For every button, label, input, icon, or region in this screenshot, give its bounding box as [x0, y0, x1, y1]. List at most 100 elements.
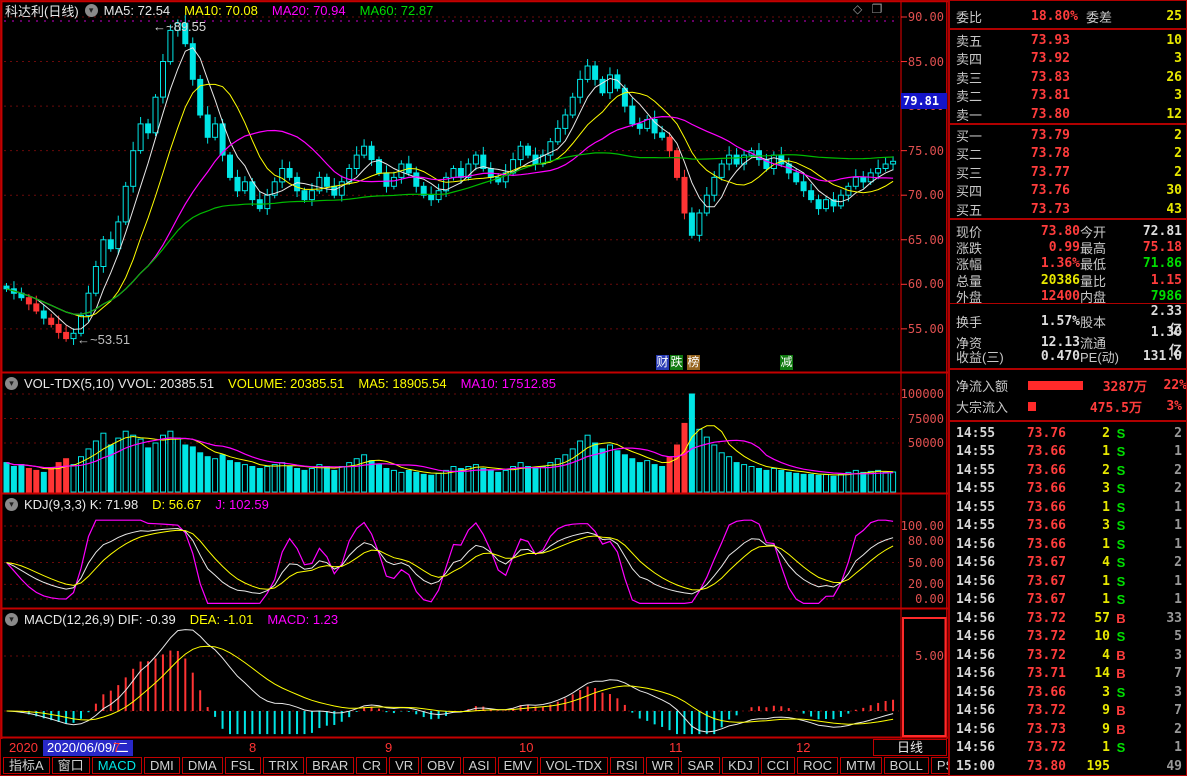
- tick-price: 73.73: [1002, 722, 1066, 737]
- stat-label: 内盘: [1080, 287, 1138, 306]
- tick-time: 14:55: [956, 500, 1002, 515]
- fundamental-stats: 换手1.57%股本2.33亿净资12.13流通1.30亿收益(三)0.470PE…: [950, 304, 1187, 370]
- date-axis-bar: 2020 2020/06/09/二 789101112 日线: [1, 739, 948, 757]
- stat-value: 1.15: [1138, 273, 1182, 288]
- ask-levels: 卖五73.9310卖四73.923卖三73.8326卖二73.813卖一73.8…: [950, 30, 1187, 125]
- event-badge: 财: [656, 355, 669, 370]
- tick-price: 73.71: [1002, 666, 1066, 681]
- main-indicator-value-0: MA5: 72.54: [104, 3, 171, 18]
- stat-value: 1.57%: [1014, 314, 1080, 329]
- bid-volume: 43: [1070, 202, 1182, 217]
- tick-volume: 3: [1066, 685, 1110, 700]
- high-price-annotation: ←~89.55: [153, 19, 206, 34]
- ask-label: 卖三: [956, 68, 1006, 87]
- chevron-down-icon[interactable]: ▾: [5, 498, 18, 511]
- tick-side: B: [1110, 703, 1132, 718]
- indicator-button-vr[interactable]: VR: [389, 757, 419, 774]
- tick-time: 14:56: [956, 740, 1002, 755]
- indicator-button-asi[interactable]: ASI: [463, 757, 496, 774]
- weicha-label: 委差: [1078, 7, 1130, 26]
- event-badge: 榜: [687, 355, 700, 370]
- bid-price: 73.73: [1006, 202, 1070, 217]
- tick-time: 14:56: [956, 666, 1002, 681]
- indicator-button-macd[interactable]: MACD: [92, 757, 142, 774]
- tick-count: 1: [1132, 592, 1182, 607]
- bid-label: 买一: [956, 126, 1006, 145]
- stat-label: PE(动): [1080, 347, 1138, 366]
- vol-indicator-value-0: VOL-TDX(5,10) VVOL: 20385.51: [24, 376, 214, 391]
- tick-row: 14:5673.674S2: [950, 554, 1187, 573]
- ask-row: 卖四73.923: [950, 49, 1187, 67]
- indicator-button-rsi[interactable]: RSI: [610, 757, 644, 774]
- ask-volume: 3: [1070, 88, 1182, 103]
- tick-side: S: [1110, 518, 1132, 533]
- indicator-button-roc[interactable]: ROC: [797, 757, 838, 774]
- indicator-button-dma[interactable]: DMA: [182, 757, 223, 774]
- ask-price: 73.80: [1006, 107, 1070, 122]
- event-badge: 减: [780, 355, 793, 370]
- kdj-axis-tick: 50.00: [899, 556, 944, 570]
- tick-time: 14:56: [956, 648, 1002, 663]
- stat-value: 12.13: [1014, 335, 1080, 350]
- tick-volume: 1: [1066, 500, 1110, 515]
- period-selector[interactable]: 日线: [873, 739, 947, 756]
- indicator-button-cr[interactable]: CR: [356, 757, 387, 774]
- main-indicator-value-1: MA10: 70.08: [184, 3, 258, 18]
- stat-value: 1.36%: [1014, 256, 1080, 271]
- month-label: 9: [385, 740, 392, 755]
- indicator-button-trix[interactable]: TRIX: [263, 757, 305, 774]
- month-label: 7: [113, 740, 120, 755]
- indicator-button-cci[interactable]: CCI: [761, 757, 795, 774]
- tick-price: 73.67: [1002, 555, 1066, 570]
- bid-row: 买三73.772: [950, 163, 1187, 181]
- indicator-button-dmi[interactable]: DMI: [144, 757, 180, 774]
- tick-row: 14:5673.721S1: [950, 739, 1187, 758]
- tick-count: 2: [1132, 481, 1182, 496]
- indicator-button-kdj[interactable]: KDJ: [722, 757, 759, 774]
- indicator-button-boll[interactable]: BOLL: [884, 757, 929, 774]
- tick-row: 15:0073.8019549: [950, 757, 1187, 776]
- indicator-button-wr[interactable]: WR: [646, 757, 680, 774]
- stat-value: 0.99: [1014, 240, 1080, 255]
- month-label: 12: [796, 740, 810, 755]
- indicator-button-指标a[interactable]: 指标A: [3, 757, 50, 774]
- tick-time: 14:56: [956, 574, 1002, 589]
- flow-value: 3287万: [1083, 376, 1147, 395]
- ask-label: 卖一: [956, 105, 1006, 124]
- weibi-value: 18.80%: [1000, 9, 1078, 24]
- tick-list[interactable]: 14:5573.762S214:5573.661S114:5573.662S21…: [950, 422, 1187, 776]
- indicator-button-emv[interactable]: EMV: [498, 757, 538, 774]
- stat-label: 外盘: [956, 287, 1014, 306]
- tick-side: B: [1110, 648, 1132, 663]
- tick-time: 14:56: [956, 611, 1002, 626]
- stat-row: 外盘12400内盘7986: [950, 287, 1187, 303]
- main-indicator-value-3: MA60: 72.87: [360, 3, 434, 18]
- chevron-down-icon[interactable]: ▾: [5, 613, 18, 626]
- diamond-icon[interactable]: ◇: [853, 2, 862, 16]
- indicator-button-mtm[interactable]: MTM: [840, 757, 882, 774]
- tick-time: 14:56: [956, 537, 1002, 552]
- indicator-button-vol-tdx[interactable]: VOL-TDX: [540, 757, 608, 774]
- main-axis-tick: 55.00: [899, 322, 944, 336]
- event-badge: 跌: [670, 355, 683, 370]
- indicator-button-obv[interactable]: OBV: [421, 757, 460, 774]
- bid-row: 买四73.7630: [950, 181, 1187, 199]
- tick-count: 33: [1132, 611, 1182, 626]
- tick-side: S: [1110, 685, 1132, 700]
- split-window-icon[interactable]: ❐: [872, 2, 883, 16]
- flow-value: 475.5万: [1078, 397, 1142, 416]
- stat-value: 71.86: [1138, 256, 1182, 271]
- indicator-button-brar[interactable]: BRAR: [306, 757, 354, 774]
- bid-price: 73.79: [1006, 128, 1070, 143]
- chevron-down-icon[interactable]: ▾: [85, 4, 98, 17]
- indicator-button-sar[interactable]: SAR: [681, 757, 720, 774]
- indicator-button-窗口[interactable]: 窗口: [52, 757, 90, 774]
- tick-volume: 9: [1066, 703, 1110, 718]
- tick-price: 73.76: [1002, 426, 1066, 441]
- chevron-down-icon[interactable]: ▾: [5, 377, 18, 390]
- tick-count: 1: [1132, 740, 1182, 755]
- month-label: 10: [519, 740, 533, 755]
- ask-price: 73.93: [1006, 33, 1070, 48]
- indicator-button-fsl[interactable]: FSL: [225, 757, 261, 774]
- flow-pct: 3%: [1142, 399, 1182, 414]
